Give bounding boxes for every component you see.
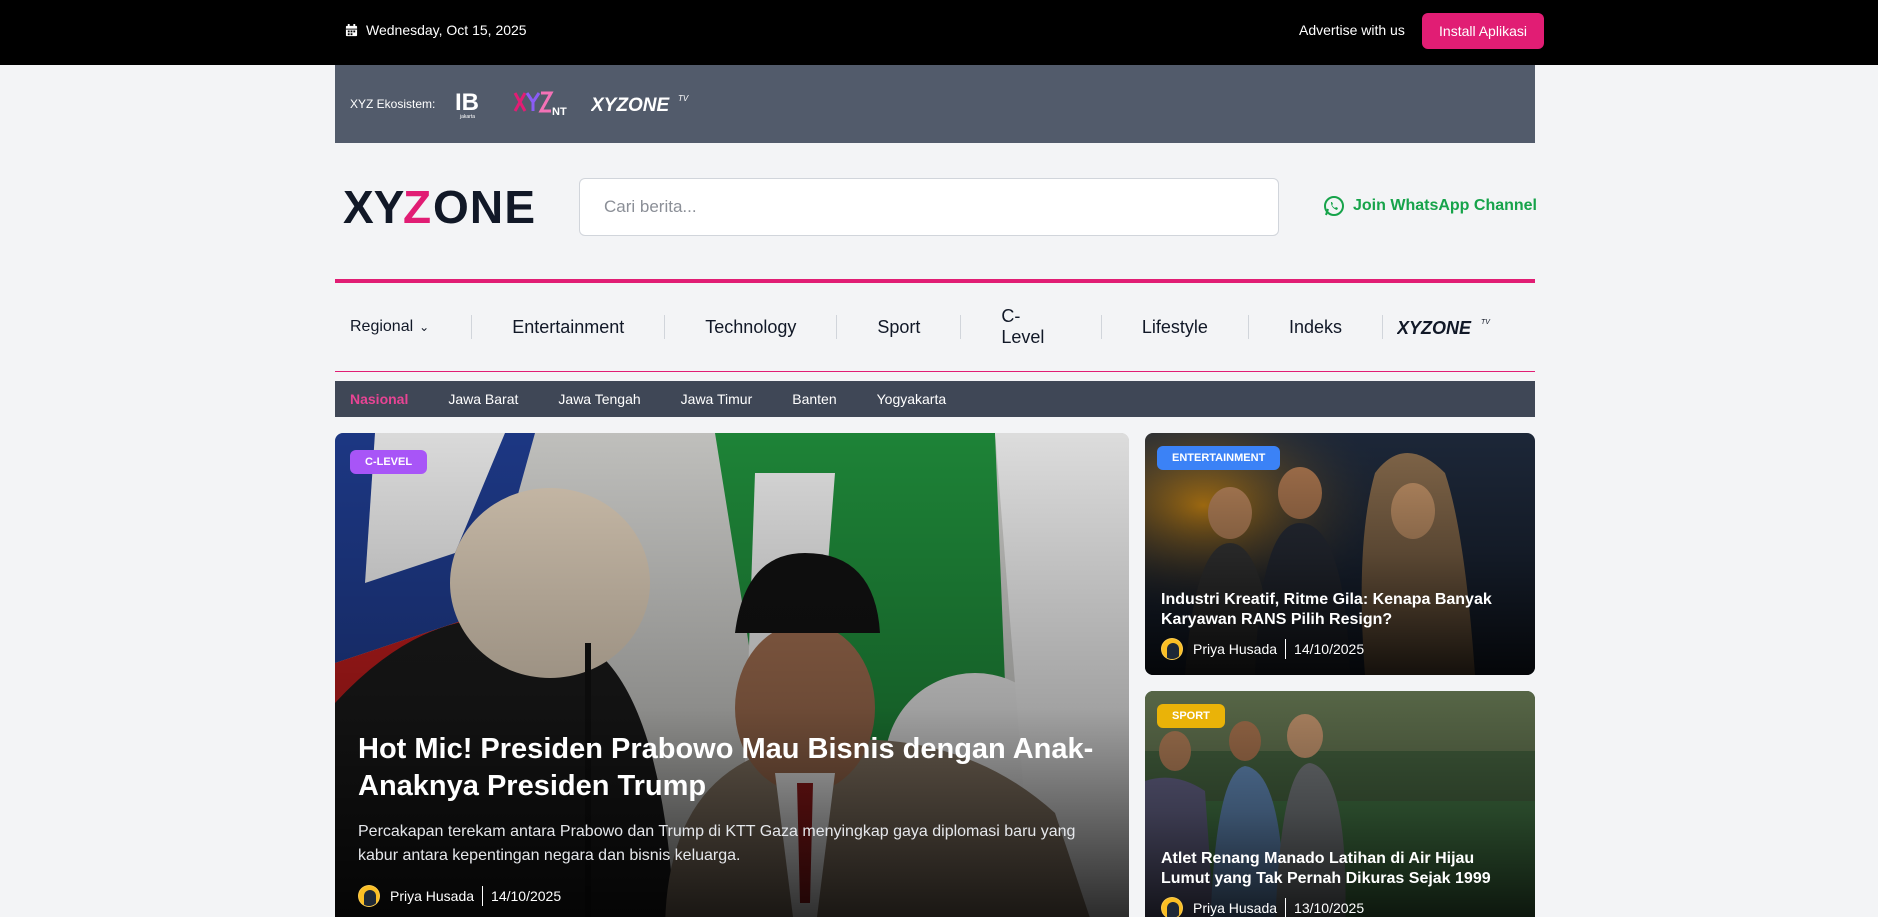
hero-excerpt: Percakapan terekam antara Prabowo dan Tr… — [358, 823, 1076, 864]
article-meta: Priya Husada 13/10/2025 — [1161, 897, 1364, 917]
meta-divider — [1285, 898, 1287, 917]
install-app-button[interactable]: Install Aplikasi — [1422, 13, 1544, 49]
regional-subnav: Nasional Jawa Barat Jawa Tengah Jawa Tim… — [335, 381, 1535, 417]
nav-item-regional[interactable]: Regional ⌄ — [350, 315, 471, 339]
subnav-item-banten[interactable]: Banten — [792, 391, 836, 407]
article-meta: Priya Husada 14/10/2025 — [1161, 638, 1364, 660]
hero-title[interactable]: Hot Mic! Presiden Prabowo Mau Bisnis den… — [358, 731, 1118, 805]
article-date: 13/10/2025 — [1294, 900, 1365, 916]
advertise-link[interactable]: Advertise with us — [1299, 22, 1405, 38]
ecosystem-strip: XYZ Ekosistem: IB jakarta NT XYZONE TV — [335, 65, 1535, 143]
svg-text:TV: TV — [1481, 319, 1491, 326]
subnav-item-yogyakarta[interactable]: Yogyakarta — [877, 391, 947, 407]
svg-text:jakarta: jakarta — [459, 114, 475, 120]
subnav-item-nasional[interactable]: Nasional — [350, 391, 408, 407]
top-bar: Wednesday, Oct 15, 2025 Advertise with u… — [0, 0, 1878, 65]
nav-item-indeks[interactable]: Indeks — [1247, 315, 1382, 339]
whatsapp-label: Join WhatsApp Channel — [1353, 197, 1537, 214]
svg-text:NT: NT — [552, 106, 567, 118]
chevron-down-icon: ⌄ — [419, 320, 430, 334]
main-nav: Regional ⌄ Entertainment Technology Spor… — [335, 283, 1535, 371]
meta-divider — [1285, 639, 1287, 659]
nav-item-entertainment[interactable]: Entertainment — [471, 315, 664, 339]
svg-text:TV: TV — [678, 94, 689, 103]
nav-item-c-level[interactable]: C-Level — [960, 306, 1101, 347]
article-meta: Priya Husada 14/10/2025 — [358, 885, 561, 907]
xyzone-tv-logo[interactable]: XYZONE TV — [591, 92, 691, 116]
subnav-item-jawa-barat[interactable]: Jawa Barat — [448, 391, 518, 407]
whatsapp-icon — [1324, 196, 1344, 216]
svg-text:XY: XY — [343, 183, 404, 229]
date-text: Wednesday, Oct 15, 2025 — [366, 22, 527, 38]
svg-text:IB: IB — [455, 89, 479, 116]
ecosystem-label: XYZ Ekosistem: — [350, 97, 436, 111]
svg-text:XYZONE: XYZONE — [1397, 318, 1472, 338]
side-article-card[interactable]: SPORT Atlet Renang Manado Latihan di Air… — [1145, 691, 1535, 917]
category-badge[interactable]: SPORT — [1157, 704, 1225, 728]
calendar-icon — [345, 23, 358, 36]
author-name[interactable]: Priya Husada — [390, 888, 474, 904]
author-avatar — [358, 885, 380, 907]
nav-item-sport[interactable]: Sport — [836, 315, 960, 339]
category-badge[interactable]: ENTERTAINMENT — [1157, 446, 1281, 470]
nav-item-lifestyle[interactable]: Lifestyle — [1100, 315, 1248, 339]
nav-bottom-divider — [335, 371, 1535, 372]
current-date: Wednesday, Oct 15, 2025 — [345, 22, 527, 38]
site-logo[interactable]: XY Z ONE — [343, 181, 537, 234]
nav-item-label: Regional — [350, 318, 414, 335]
article-date: 14/10/2025 — [491, 888, 562, 904]
author-avatar — [1161, 897, 1183, 917]
article-title[interactable]: Industri Kreatif, Ritme Gila: Kenapa Ban… — [1161, 590, 1516, 630]
author-name[interactable]: Priya Husada — [1193, 900, 1277, 916]
side-article-card[interactable]: ENTERTAINMENT Industri Kreatif, Ritme Gi… — [1145, 433, 1535, 675]
article-title[interactable]: Atlet Renang Manado Latihan di Air Hijau… — [1161, 849, 1516, 889]
svg-text:XYZONE: XYZONE — [591, 95, 670, 116]
search-input[interactable] — [579, 178, 1279, 236]
svg-text:Z: Z — [403, 183, 431, 229]
nav-item-xyzone-tv[interactable]: XYZONE TV — [1382, 315, 1535, 339]
nav-item-technology[interactable]: Technology — [664, 315, 836, 339]
ib-jakarta-logo[interactable]: IB jakarta — [455, 88, 489, 120]
whatsapp-channel-link[interactable]: Join WhatsApp Channel — [1323, 195, 1537, 217]
meta-divider — [482, 886, 484, 906]
subnav-item-jawa-timur[interactable]: Jawa Timur — [681, 391, 753, 407]
subnav-item-jawa-tengah[interactable]: Jawa Tengah — [558, 391, 640, 407]
xyz-nt-logo[interactable]: NT — [513, 89, 567, 119]
author-name[interactable]: Priya Husada — [1193, 641, 1277, 657]
svg-text:ONE: ONE — [433, 183, 535, 229]
hero-article-card[interactable]: C-LEVEL Hot Mic! Presiden Prabowo Mau Bi… — [335, 433, 1129, 917]
xyzone-tv-nav-logo: XYZONE TV — [1397, 318, 1491, 338]
article-date: 14/10/2025 — [1294, 641, 1365, 657]
author-avatar — [1161, 638, 1183, 660]
category-badge[interactable]: C-LEVEL — [350, 450, 428, 474]
